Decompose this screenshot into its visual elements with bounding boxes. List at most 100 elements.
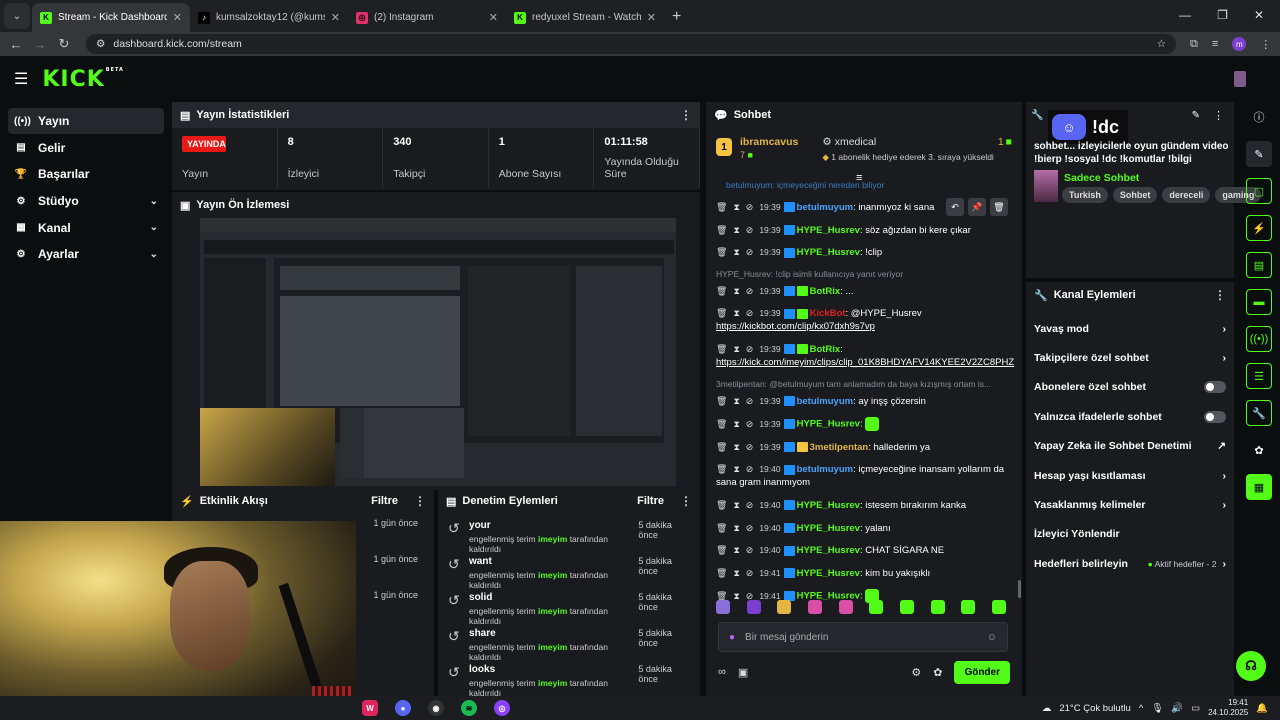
ban-icon[interactable]: ⊘ (746, 568, 754, 578)
ban-icon[interactable]: ⊘ (746, 286, 754, 296)
chat-message[interactable]: 🗑 ⧗ ⊘ 19:40 HYPE_Husrev: istesem bırakırım k… (716, 499, 1014, 512)
emote-icon[interactable] (746, 600, 761, 614)
timeout-icon[interactable]: ⧗ (733, 500, 739, 510)
timeout-icon[interactable]: ⧗ (733, 442, 739, 452)
browser-tab[interactable]: ♪ kumsalzoktay12 (@kumsalzoktay12) ✕ (190, 3, 348, 32)
chevron-right-icon[interactable]: › (1223, 323, 1227, 335)
delete-message-icon[interactable]: 🗑 (716, 202, 727, 212)
chat-username[interactable]: HYPE_Husrev (797, 568, 860, 579)
close-window-button[interactable]: ✕ (1254, 8, 1264, 22)
chevron-right-icon[interactable]: › (1223, 558, 1227, 570)
emote-icon[interactable] (869, 600, 884, 614)
tag-chip[interactable]: Turkish (1062, 187, 1108, 203)
forward-button[interactable]: → (28, 37, 52, 52)
site-info-icon[interactable]: ⚙ (96, 38, 105, 50)
delete-message-icon[interactable]: 🗑 (716, 500, 727, 510)
taskbar-app-spotify-icon[interactable]: ≋ (461, 700, 477, 716)
sidebar-item-5[interactable]: ⚙ Ayarlar ⌄ (8, 241, 164, 267)
actions-menu-icon[interactable]: ⋮ (1214, 288, 1226, 302)
moderation-row[interactable]: ↺ want engellenmiş terim imeyim tarafından… (438, 550, 700, 590)
emote-icon[interactable] (807, 600, 822, 614)
undo-icon[interactable]: ↺ (448, 664, 461, 688)
hamburger-menu-icon[interactable]: ☰ (14, 69, 28, 89)
browser-tab[interactable]: ◎ (2) Instagram ✕ (348, 3, 506, 32)
action-row[interactable]: Takipçilere özel sohbet › (1026, 343, 1234, 372)
sidebar-item-4[interactable]: ▦ Kanal ⌄ (8, 215, 164, 241)
action-row[interactable]: Abonelere özel sohbet (1026, 373, 1234, 402)
action-row[interactable]: Yalnızca ifadelerle sohbet (1026, 402, 1234, 431)
sidebar-item-3[interactable]: ⚙ Stüdyo ⌄ (8, 188, 164, 214)
chat-message[interactable]: 🗑 ⧗ ⊘ 19:41 HYPE_Husrev: kim bu yakışıklı (716, 567, 1014, 580)
ban-icon[interactable]: ⊘ (746, 308, 754, 318)
tab-close-icon[interactable]: ✕ (331, 11, 340, 24)
ban-icon[interactable]: ⊘ (746, 464, 754, 474)
chat-scrollbar[interactable] (1018, 580, 1021, 598)
chat-username[interactable]: betulmuyum (797, 464, 853, 475)
undo-icon[interactable]: ↺ (448, 628, 461, 652)
back-button[interactable]: ← (4, 37, 28, 52)
activity-filter-button[interactable]: Filtre (371, 495, 398, 507)
emote-icon[interactable] (961, 600, 976, 614)
tray-chevron-icon[interactable]: ^ (1139, 703, 1143, 714)
pin-icon[interactable]: 📌 (968, 198, 986, 216)
minimize-button[interactable]: — (1179, 8, 1191, 22)
bookmark-star-icon[interactable]: ☆ (1157, 38, 1166, 50)
gift-box-icon[interactable]: ▣ (738, 666, 748, 679)
send-button[interactable]: Gönder (954, 660, 1010, 684)
tab-search-button[interactable]: ⌄ (4, 3, 30, 29)
category-thumbnail[interactable] (1034, 170, 1058, 202)
moderation-row[interactable]: ↺ share engellenmiş terim imeyim tarafında… (438, 622, 700, 662)
emote-icon[interactable] (716, 600, 730, 614)
ban-icon[interactable]: ⊘ (746, 419, 754, 429)
tray-mic-icon[interactable]: 🎙 (1151, 703, 1163, 714)
taskbar-app-obs-icon[interactable]: ◉ (428, 700, 444, 716)
clapper-rail-icon[interactable]: ▦ (1246, 474, 1272, 500)
chat-input[interactable]: ● Bir mesaj gönderin ☺ (718, 622, 1008, 652)
tag-chip[interactable]: dereceli (1162, 187, 1211, 203)
tray-speaker-icon[interactable]: 🔊 (1171, 703, 1183, 714)
chevron-down-icon[interactable]: ⌄ (150, 249, 158, 260)
tab-close-icon[interactable]: ✕ (647, 11, 656, 24)
chat-message[interactable]: 🗑 ⧗ ⊘ 19:39 HYPE_Husrev: (716, 417, 1014, 432)
message-link[interactable]: https://kick.com/imeyim/clips/clip_01K8B… (716, 357, 1014, 368)
delete-message-icon[interactable]: 🗑 (716, 308, 727, 318)
user-avatar[interactable] (1234, 71, 1246, 87)
chat-message[interactable]: 🗑 ⧗ ⊘ 19:40 HYPE_Husrev: yalanı (716, 522, 1014, 535)
chat-message[interactable]: 🗑 ⧗ ⊘ 19:39 KickBot: @HYPE_Husrev https://kic… (716, 307, 1014, 333)
undo-icon[interactable]: ↺ (448, 592, 461, 616)
emote-icon[interactable] (899, 600, 914, 614)
chat-message[interactable]: 🗑 ⧗ ⊘ 19:39 betulmuyum: ay inşş çözersin (716, 395, 1014, 408)
message-link[interactable]: https://kickbot.com/clip/kx07dxh9s7vp (716, 321, 875, 332)
tag-chip[interactable]: Sohbet (1112, 187, 1158, 203)
delete-message-icon[interactable]: 🗑 (716, 247, 727, 257)
chat-username[interactable]: BotRix (810, 344, 841, 355)
kick-logo[interactable]: KICKBETA (42, 67, 124, 92)
chevron-right-icon[interactable]: › (1223, 470, 1227, 482)
list-rail-icon[interactable]: ☰ (1246, 363, 1272, 389)
delete-message-icon[interactable]: 🗑 (716, 286, 727, 296)
tab-close-icon[interactable]: ✕ (173, 11, 182, 24)
chat-username[interactable]: HYPE_Husrev (797, 500, 860, 511)
mic-icon[interactable]: ● (729, 632, 735, 643)
chat-message[interactable]: 🗑 ⧗ ⊘ 19:39 HYPE_Husrev: söz ağızdan bi kere… (716, 224, 1014, 237)
timeout-icon[interactable]: ⧗ (733, 568, 739, 578)
apps-rail-icon[interactable]: ✿ (1246, 437, 1272, 463)
delete-message-icon[interactable]: 🗑 (716, 545, 727, 555)
timeout-icon[interactable]: ⧗ (733, 523, 739, 533)
reload-button[interactable]: ↻ (52, 36, 76, 52)
chat-message[interactable]: 🗑 ⧗ ⊘ 19:39 HYPE_Husrev: !clip (716, 246, 1014, 259)
chevron-right-icon[interactable]: › (1223, 352, 1227, 364)
delete-message-icon[interactable]: 🗑 (716, 442, 727, 452)
points-icon[interactable]: ∞ (718, 666, 726, 678)
browser-menu-icon[interactable]: ⋮ (1260, 38, 1271, 51)
browser-tab[interactable]: Kredyuxel Stream - Watch Live on Kick ✕ (506, 3, 664, 32)
moderation-row[interactable]: ↺ your engellenmiş terim imeyim tarafından… (438, 514, 700, 554)
stream-preview-video[interactable] (200, 218, 676, 486)
edit-stream-icon[interactable]: ✎ (1246, 141, 1272, 167)
emote-icon[interactable] (777, 600, 792, 614)
sidebar-item-2[interactable]: 🏆 Başarılar (8, 161, 164, 187)
timeout-icon[interactable]: ⧗ (733, 419, 739, 429)
action-row[interactable]: İzleyici Yönlendir (1026, 520, 1234, 549)
delete-message-icon[interactable]: 🗑 (716, 225, 727, 235)
qr-icon[interactable]: ▢ (1246, 178, 1272, 204)
